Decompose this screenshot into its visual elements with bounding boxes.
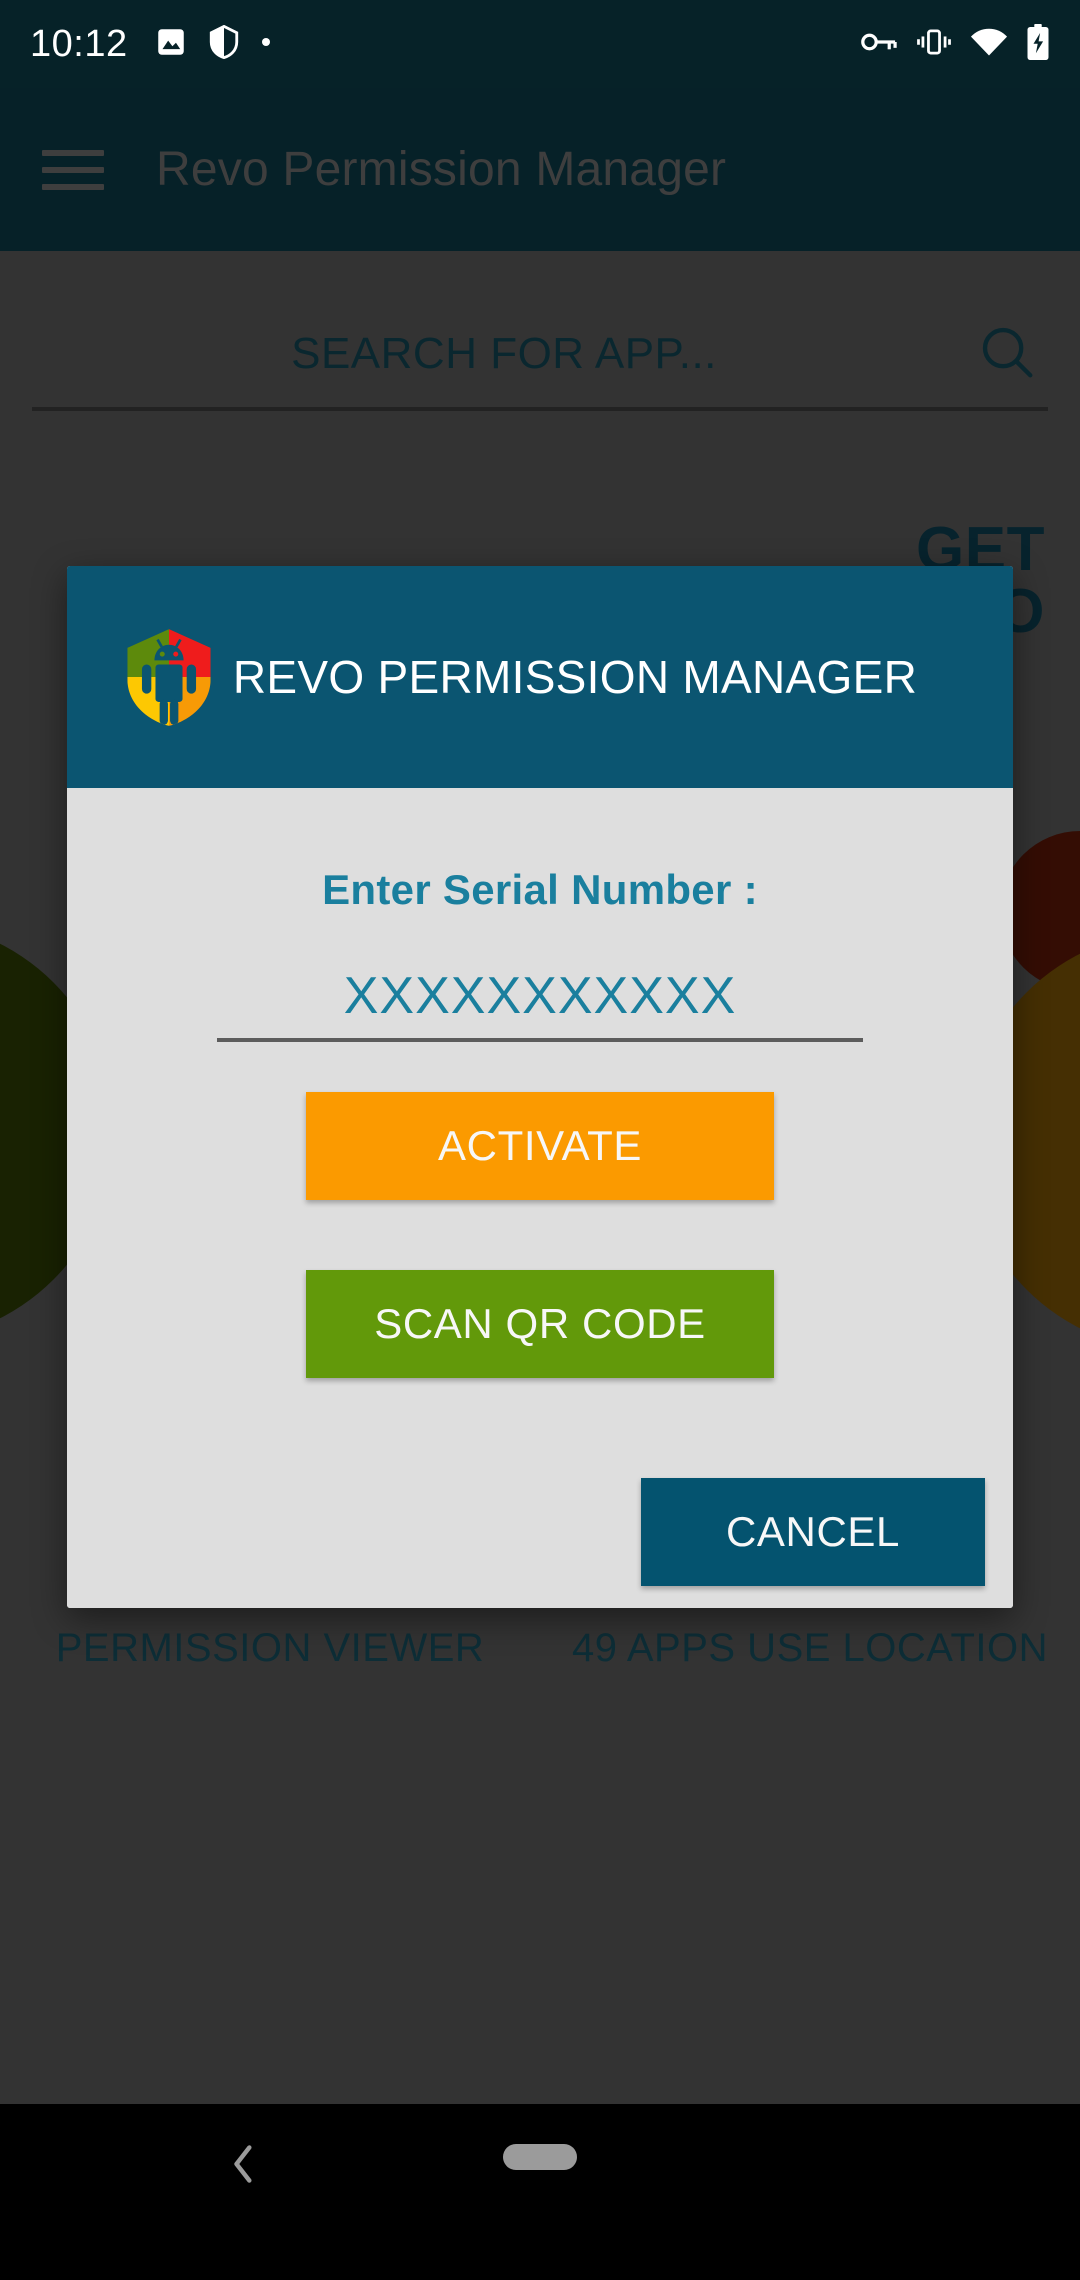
dialog-title: REVO PERMISSION MANAGER	[232, 650, 918, 703]
status-system-icons	[860, 23, 1050, 65]
activate-button[interactable]: ACTIVATE	[306, 1092, 774, 1200]
revo-shield-android-logo-icon	[117, 625, 221, 729]
wifi-icon	[970, 26, 1008, 63]
serial-input-wrapper[interactable]	[217, 966, 863, 1042]
vibrate-icon	[916, 25, 952, 64]
serial-number-label: Enter Serial Number :	[322, 866, 758, 913]
status-clock: 10:12	[30, 22, 128, 65]
battery-charging-icon	[1026, 23, 1050, 65]
dialog-header: REVO PERMISSION MANAGER	[67, 566, 1013, 788]
home-pill-icon[interactable]	[503, 2144, 577, 2170]
phone-screen: SEARCH FOR APP... GET PRO PER	[0, 0, 1080, 2280]
cancel-button[interactable]: CANCEL	[641, 1478, 985, 1586]
activation-dialog: REVO PERMISSION MANAGER Enter Serial Num…	[67, 566, 1013, 1608]
navigation-bar	[0, 2104, 1080, 2280]
status-notification-icons	[154, 24, 272, 64]
dialog-body: Enter Serial Number : ACTIVATE SCAN QR C…	[67, 866, 1013, 1608]
dot-icon	[260, 35, 272, 53]
serial-number-input[interactable]	[217, 966, 863, 1026]
shield-icon	[208, 24, 240, 64]
status-bar: 10:12	[0, 0, 1080, 88]
scan-qr-code-button[interactable]: SCAN QR CODE	[306, 1270, 774, 1378]
image-icon	[154, 25, 188, 64]
back-chevron-icon[interactable]	[222, 2142, 262, 2183]
vpn-key-icon	[860, 25, 898, 64]
